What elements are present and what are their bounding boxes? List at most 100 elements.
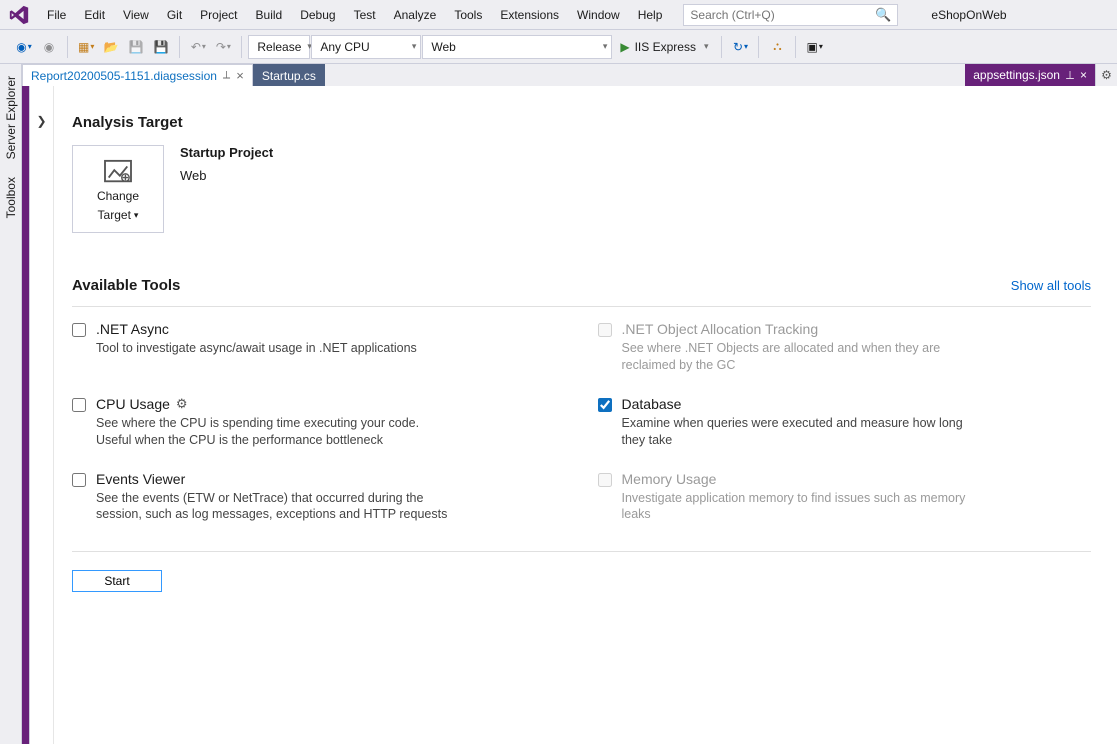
config-value: Release	[257, 40, 301, 54]
save-button[interactable]: 💾	[124, 35, 148, 59]
tool-cpu-usage-checkbox[interactable]	[72, 398, 86, 412]
live-share-button[interactable]: ▣▾	[802, 35, 826, 59]
startup-project-dropdown[interactable]: Web▾	[422, 35, 612, 59]
tool-events-viewer-checkbox[interactable]	[72, 473, 86, 487]
tool-desc: Tool to investigate async/await usage in…	[96, 340, 417, 357]
startup-project-value: Web	[431, 40, 455, 54]
tabstrip: Report20200505-1151.diagsession ⟂ × Star…	[22, 64, 1117, 86]
menu-debug[interactable]: Debug	[291, 3, 344, 27]
nav-fwd-button[interactable]: ◉	[37, 35, 61, 59]
tool-allocation: .NET Object Allocation Tracking See wher…	[598, 321, 1092, 374]
start-button[interactable]: Start	[72, 570, 162, 592]
analysis-target-row: Change Target ▾ Startup Project Web	[72, 145, 1091, 233]
tool-allocation-checkbox	[598, 323, 612, 337]
new-project-button[interactable]: ▦▾	[74, 35, 98, 59]
tool-memory-usage-checkbox	[598, 473, 612, 487]
separator	[67, 36, 68, 58]
tab-label: Startup.cs	[262, 69, 316, 83]
menu-edit[interactable]: Edit	[75, 3, 114, 27]
menu-items: File Edit View Git Project Build Debug T…	[38, 3, 671, 27]
tab-diagsession[interactable]: Report20200505-1151.diagsession ⟂ ×	[22, 64, 253, 86]
target-meta: Startup Project Web	[180, 145, 273, 183]
server-explorer-tab[interactable]: Server Explorer	[1, 68, 21, 167]
gear-icon[interactable]: ⚙	[176, 396, 188, 412]
toolbox-tab[interactable]: Toolbox	[1, 169, 21, 226]
tool-name: .NET Async	[96, 321, 169, 337]
menu-extensions[interactable]: Extensions	[491, 3, 568, 27]
tool-database-checkbox[interactable]	[598, 398, 612, 412]
nav-back-button[interactable]: ◉▾	[12, 35, 36, 59]
tab-label: Report20200505-1151.diagsession	[31, 69, 217, 83]
separator	[721, 36, 722, 58]
tool-net-async-checkbox[interactable]	[72, 323, 86, 337]
separator	[179, 36, 180, 58]
tab-startup-cs[interactable]: Startup.cs	[253, 64, 325, 86]
document: ❯ Analysis Target Change Target ▾	[29, 86, 1117, 744]
run-button[interactable]: ▶ IIS Express ▾	[613, 35, 715, 59]
undo-button[interactable]: ↶▾	[186, 35, 210, 59]
caret-icon: ▾	[704, 41, 709, 52]
analysis-target-heading: Analysis Target	[72, 114, 1091, 131]
menu-view[interactable]: View	[114, 3, 158, 27]
caret-icon: ▾	[412, 41, 417, 52]
menu-test[interactable]: Test	[345, 3, 385, 27]
tool-desc: Investigate application memory to find i…	[622, 490, 982, 524]
collapse-gutter[interactable]: ❯	[30, 86, 54, 744]
separator	[241, 36, 242, 58]
show-all-tools-link[interactable]: Show all tools	[1011, 278, 1091, 293]
tool-desc: Examine when queries were executed and m…	[622, 415, 982, 449]
vs-logo-icon	[2, 3, 36, 27]
menu-window[interactable]: Window	[568, 3, 629, 27]
separator	[758, 36, 759, 58]
menu-build[interactable]: Build	[247, 3, 292, 27]
toolbar: ◉▾ ◉ ▦▾ 📂 💾 💾 ↶▾ ↷▾ Release▾ Any CPU▾ We…	[0, 30, 1117, 64]
tool-name: Memory Usage	[622, 471, 717, 487]
menu-analyze[interactable]: Analyze	[385, 3, 446, 27]
redo-button[interactable]: ↷▾	[211, 35, 235, 59]
menu-project[interactable]: Project	[191, 3, 246, 27]
browser-link-button[interactable]: ⛬	[765, 35, 789, 59]
tool-name: Database	[622, 396, 682, 412]
divider	[72, 306, 1091, 307]
close-icon[interactable]: ×	[236, 69, 244, 82]
divider	[72, 551, 1091, 552]
tab-options-button[interactable]: ⚙	[1095, 64, 1117, 86]
platform-value: Any CPU	[320, 40, 369, 54]
startup-project-label: Startup Project	[180, 145, 273, 160]
open-file-button[interactable]: 📂	[99, 35, 123, 59]
menu-help[interactable]: Help	[629, 3, 672, 27]
chevron-right-icon[interactable]: ❯	[36, 114, 46, 744]
available-tools-header: Available Tools Show all tools	[72, 277, 1091, 294]
menu-git[interactable]: Git	[158, 3, 191, 27]
solution-name[interactable]: eShopOnWeb	[920, 3, 1017, 27]
change-target-card[interactable]: Change Target ▾	[72, 145, 164, 233]
caret-icon: ▾	[134, 210, 139, 221]
save-all-button[interactable]: 💾	[149, 35, 173, 59]
target-image-icon	[103, 159, 133, 185]
tool-desc: See where .NET Objects are allocated and…	[622, 340, 982, 374]
tool-name: CPU Usage ⚙	[96, 396, 188, 412]
tool-events-viewer: Events Viewer See the events (ETW or Net…	[72, 471, 566, 524]
menu-file[interactable]: File	[38, 3, 75, 27]
search-icon: 🔍	[875, 7, 891, 23]
active-tab-rail	[22, 86, 29, 744]
tab-spacer	[325, 64, 965, 86]
tab-appsettings[interactable]: appsettings.json ⟂ ×	[965, 64, 1095, 86]
config-dropdown[interactable]: Release▾	[248, 35, 310, 59]
menu-tools[interactable]: Tools	[445, 3, 491, 27]
pin-icon[interactable]: ⟂	[1066, 68, 1074, 83]
startup-project-value: Web	[180, 168, 273, 183]
tool-name: .NET Object Allocation Tracking	[622, 321, 819, 337]
side-strip: Server Explorer Toolbox	[0, 64, 22, 744]
tool-database: Database Examine when queries were execu…	[598, 396, 1092, 449]
tool-desc: See the events (ETW or NetTrace) that oc…	[96, 490, 456, 524]
search-box[interactable]: 🔍	[683, 4, 898, 26]
change-target-label: Change	[97, 189, 139, 204]
browser-refresh-button[interactable]: ↻▾	[728, 35, 752, 59]
close-icon[interactable]: ×	[1080, 68, 1087, 82]
platform-dropdown[interactable]: Any CPU ▾	[311, 35, 421, 59]
menu-bar: File Edit View Git Project Build Debug T…	[0, 0, 1117, 30]
search-input[interactable]	[690, 8, 875, 22]
run-label: IIS Express	[635, 40, 696, 54]
pin-icon[interactable]: ⟂	[223, 69, 230, 82]
